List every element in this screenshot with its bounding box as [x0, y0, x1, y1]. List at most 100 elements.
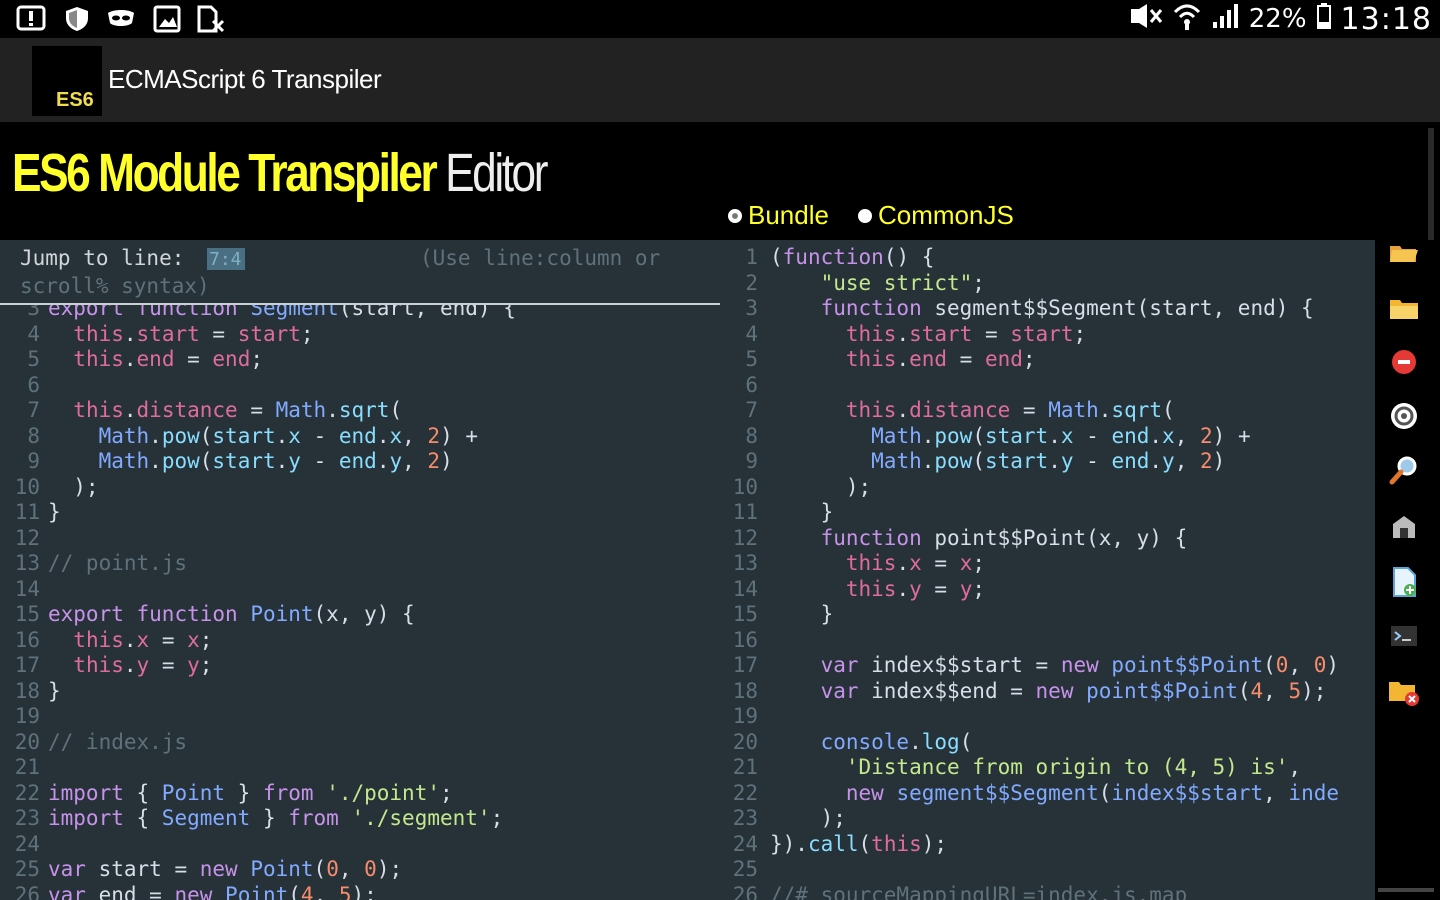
search-icon[interactable]	[1381, 450, 1427, 490]
code-line[interactable]: 25	[720, 857, 1375, 883]
code-line[interactable]: 24}).call(this);	[720, 832, 1375, 858]
code-line[interactable]: 21 'Distance from origin to (4, 5) is',	[720, 755, 1375, 781]
code-line[interactable]: 8 Math.pow(start.x - end.x, 2) +	[0, 424, 720, 450]
code-line[interactable]: 12	[0, 526, 720, 552]
code-line[interactable]: 9 Math.pow(start.y - end.y, 2)	[0, 449, 720, 475]
code-line[interactable]: 18}	[0, 679, 720, 705]
radio-bundle[interactable]: Bundle	[728, 200, 829, 231]
line-number: 13	[14, 551, 40, 575]
close-folder-icon[interactable]	[1381, 672, 1427, 712]
radio-commonjs[interactable]: CommonJS	[858, 200, 1014, 231]
folder-icon[interactable]	[1381, 288, 1427, 328]
code-line[interactable]: 1 (function() {	[720, 245, 1375, 271]
line-number: 7	[745, 398, 758, 422]
code-line[interactable]: 5 this.end = end;	[720, 347, 1375, 373]
code-line[interactable]: 20 console.log(	[720, 730, 1375, 756]
code-token: }	[250, 806, 289, 830]
code-line[interactable]: 4 this.start = start;	[0, 322, 720, 348]
code-line[interactable]: 21	[0, 755, 720, 781]
terminal-icon[interactable]	[1381, 616, 1427, 656]
code-line[interactable]: 23 );	[720, 806, 1375, 832]
code-line[interactable]: 22 new segment$$Segment(index$$start, in…	[720, 781, 1375, 807]
radio-commonjs-indicator[interactable]	[858, 208, 872, 223]
output-editor[interactable]: 1 (function() {2 "use strict"; 3 function …	[720, 240, 1375, 900]
code-line[interactable]: 7 this.distance = Math.sqrt(	[0, 398, 720, 424]
line-number: 24	[732, 831, 758, 856]
code-line[interactable]: 25 var start = new Point(0, 0);	[0, 857, 720, 883]
radio-bundle-indicator[interactable]	[728, 208, 742, 223]
code-line[interactable]: 17 var index$$start = new point$$Point(0…	[720, 653, 1375, 679]
code-token: ;	[1022, 347, 1036, 371]
settings-icon[interactable]	[1381, 396, 1427, 436]
code-token: end	[136, 347, 175, 371]
line-number: 18	[14, 678, 40, 703]
code-token: (	[1098, 780, 1112, 805]
code-token: .	[123, 627, 137, 652]
open-folder-icon[interactable]	[1381, 232, 1427, 272]
code-line[interactable]: 16 this.x = x;	[0, 628, 720, 654]
code-line[interactable]: 13 // point.js	[0, 551, 720, 577]
code-line[interactable]: 19	[0, 704, 720, 730]
code-line[interactable]: 10 );	[0, 475, 720, 501]
code-line[interactable]: 26 //# sourceMappingURL=index.js.map	[720, 883, 1375, 900]
tool-strip-scrollbar[interactable]	[1378, 888, 1434, 892]
line-number: 4	[745, 321, 758, 346]
code-token: start	[984, 423, 1049, 448]
code-line[interactable]: 24	[0, 832, 720, 858]
code-line[interactable]: 13 this.x = x;	[720, 551, 1375, 577]
code-line[interactable]: 12 function point$$Point(x, y) {	[720, 526, 1375, 552]
code-token: (	[972, 449, 985, 473]
code-line[interactable]: 15 }	[720, 602, 1375, 628]
code-token: .	[896, 576, 910, 601]
code-line[interactable]: 8 Math.pow(start.x - end.x, 2) +	[720, 424, 1375, 450]
code-token: //# sourceMappingURL=index.js.map	[770, 882, 1188, 900]
code-line[interactable]: 14	[0, 577, 720, 603]
line-number: 23	[732, 806, 758, 830]
source-editor[interactable]: 3 export function Segment(start, end) {4 …	[0, 240, 720, 900]
code-line[interactable]: 17 this.y = y;	[0, 653, 720, 679]
code-line[interactable]: 18 var index$$end = new point$$Point(4, …	[720, 679, 1375, 705]
code-line[interactable]: 7 this.distance = Math.sqrt(	[720, 398, 1375, 424]
code-line[interactable]: 6	[0, 373, 720, 399]
code-line[interactable]: 19	[720, 704, 1375, 730]
header-scrollbar[interactable]	[1428, 128, 1434, 248]
code-token: this	[845, 551, 897, 575]
code-token: ,	[1288, 653, 1314, 677]
code-line[interactable]: 3 function segment$$Segment(start, end) …	[720, 296, 1375, 322]
code-line[interactable]: 4 this.start = start;	[720, 322, 1375, 348]
code-line[interactable]: 15 export function Point(x, y) {	[0, 602, 720, 628]
app-logo[interactable]: ES6	[32, 46, 102, 116]
code-line[interactable]: 9 Math.pow(start.y - end.y, 2)	[720, 449, 1375, 475]
code-token: =	[174, 347, 213, 371]
new-file-icon[interactable]	[1381, 562, 1427, 602]
code-line[interactable]: 2 "use strict";	[720, 271, 1375, 297]
line-number: 6	[745, 372, 758, 397]
code-line[interactable]: 14 this.y = y;	[720, 577, 1375, 603]
code-line[interactable]: 10 );	[720, 475, 1375, 501]
code-token: .	[275, 449, 289, 473]
code-line[interactable]: 20 // index.js	[0, 730, 720, 756]
stop-icon[interactable]	[1381, 342, 1427, 382]
code-token: ,	[338, 857, 365, 881]
line-number: 24	[14, 831, 40, 856]
code-line[interactable]: 5 this.end = end;	[0, 347, 720, 373]
jump-input[interactable]	[207, 248, 245, 270]
code-token: -	[1073, 423, 1112, 448]
code-token: ;	[199, 653, 213, 677]
code-line[interactable]: 26 var end = new Point(4, 5);	[0, 883, 720, 900]
code-line[interactable]: 6	[720, 373, 1375, 399]
code-token: pow	[161, 423, 200, 448]
line-number: 9	[745, 449, 758, 473]
share-icon[interactable]	[1381, 506, 1427, 546]
code-token: new	[845, 780, 884, 805]
code-line[interactable]: 23 import { Segment } from './segment';	[0, 806, 720, 832]
code-line[interactable]: 11 }	[720, 500, 1375, 526]
code-line[interactable]: 22 import { Point } from './point';	[0, 781, 720, 807]
code-line[interactable]: 16	[720, 628, 1375, 654]
code-line[interactable]: 11}	[0, 500, 720, 526]
code-token: ,	[1174, 423, 1200, 448]
